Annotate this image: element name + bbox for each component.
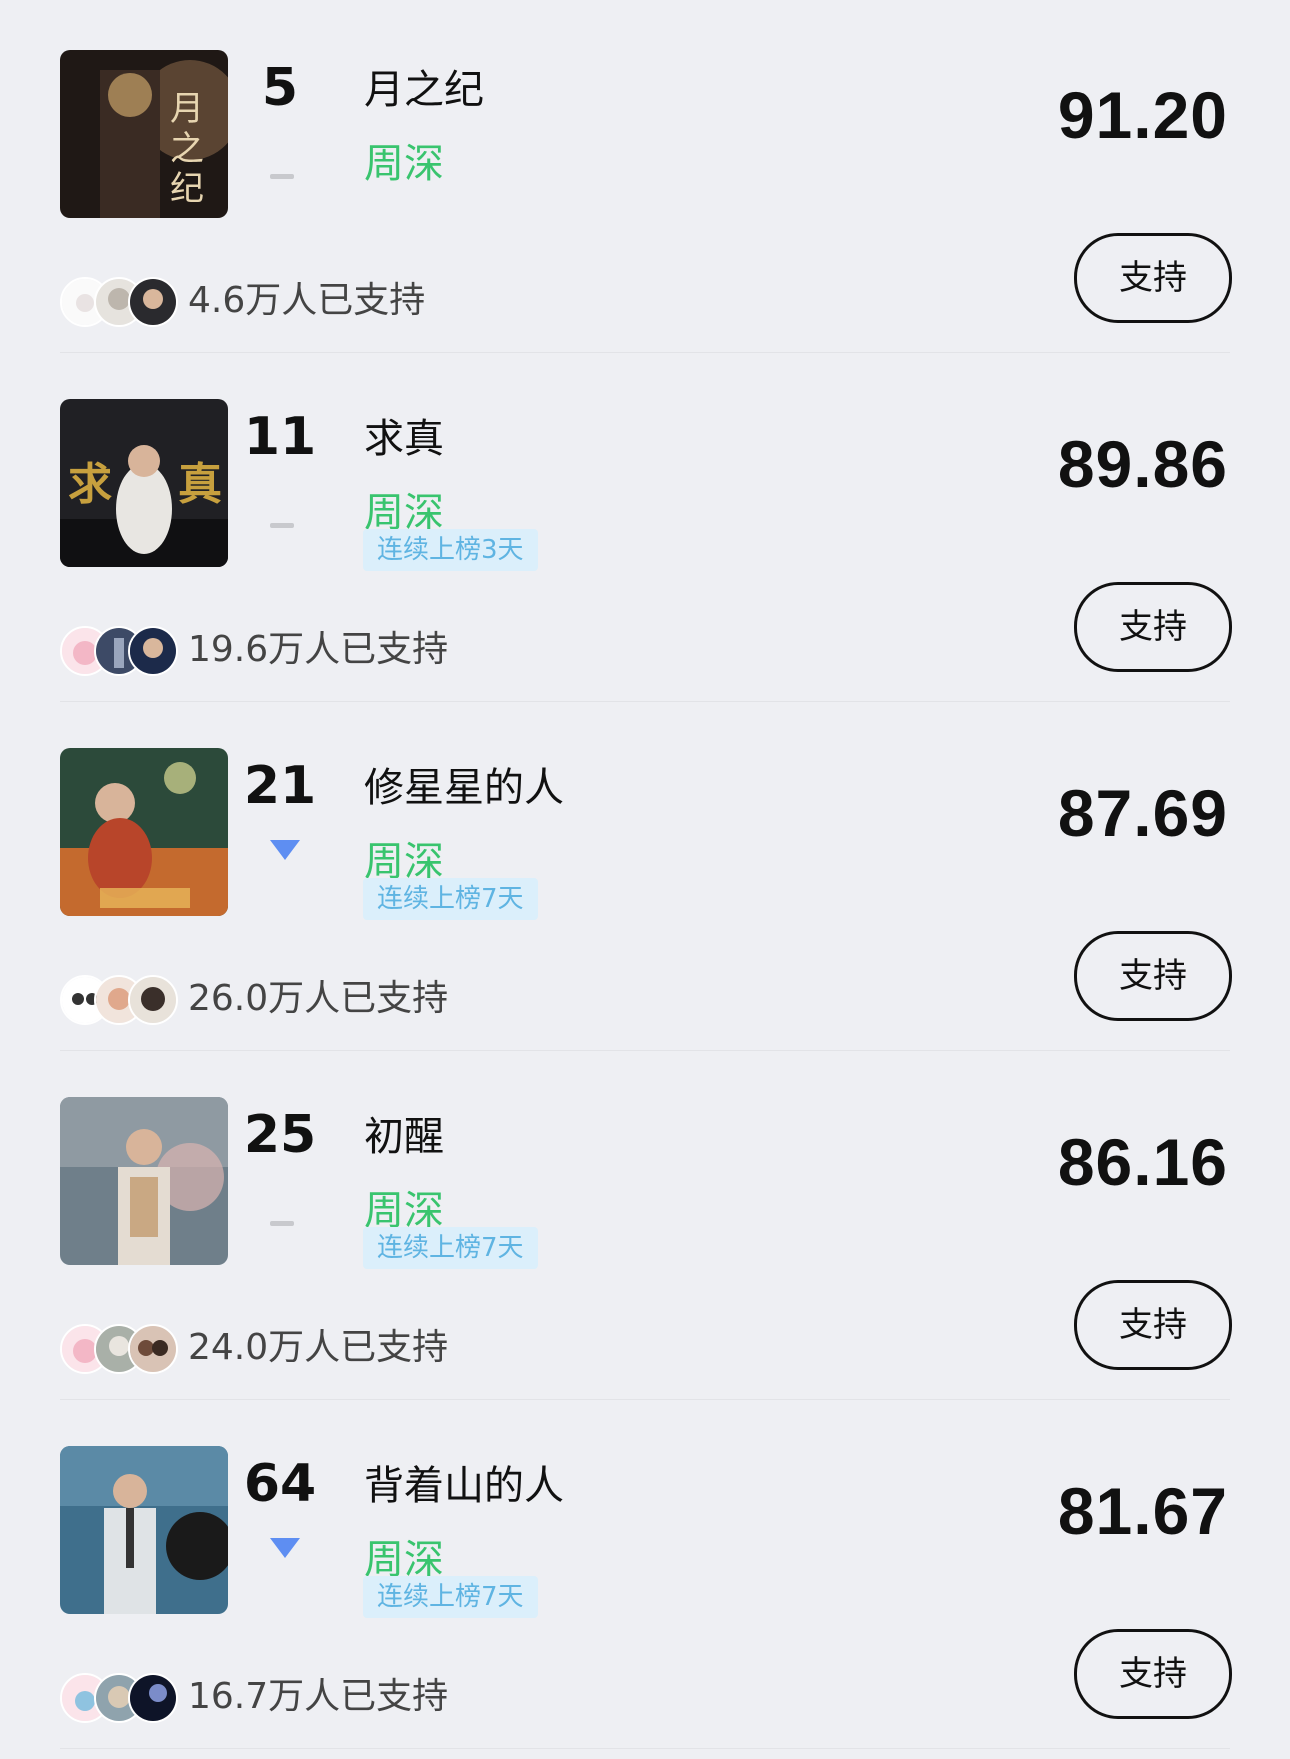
streak-badge: 连续上榜7天 [363,878,538,920]
supporter-avatars [60,1324,178,1374]
rank-number: 5 [261,58,299,118]
artist-name[interactable]: 周深 [364,144,444,184]
supporter-avatars [60,626,178,676]
album-cover[interactable] [60,1097,228,1265]
avatar [128,975,178,1025]
ranking-entry[interactable]: 21 修星星的人 周深 连续上榜7天 87.69 26.0万人已支持 支持 [0,698,1290,1051]
svg-text:纪: 纪 [170,169,204,209]
ranking-entry[interactable]: 求 真 11 求真 周深 连续上榜3天 89.86 19.6万人已支持 支持 [0,349,1290,702]
ranking-entry[interactable]: 25 初醒 周深 连续上榜7天 86.16 24.0万人已支持 支持 [0,1047,1290,1400]
album-cover[interactable]: 求 真 [60,399,228,567]
streak-badge: 连续上榜7天 [363,1227,538,1269]
rank-number: 64 [243,1454,317,1514]
supporter-count: 26.0万人已支持 [188,978,449,1019]
ranking-list: 月 之 纪 5 月之纪 周深 91.20 4.6万人已支持 支持 求 真 11 … [0,0,1290,1759]
rank-unchanged-icon [270,1175,294,1226]
rank-unchanged-icon [270,128,294,179]
supporter-avatars [60,975,178,1025]
ranking-entry[interactable]: 月 之 纪 5 月之纪 周深 91.20 4.6万人已支持 支持 [0,0,1290,353]
avatar [128,626,178,676]
supporter-count: 19.6万人已支持 [188,629,449,670]
score-value: 89.86 [1057,427,1228,501]
supporter-count: 16.7万人已支持 [188,1676,449,1717]
avatar [128,277,178,327]
rank-unchanged-icon [270,477,294,528]
support-button[interactable]: 支持 [1074,582,1232,672]
avatar [128,1673,178,1723]
rank-down-icon [270,826,300,860]
song-title[interactable]: 初醒 [364,1117,444,1157]
support-button[interactable]: 支持 [1074,1280,1232,1370]
rank-number: 21 [243,756,317,816]
support-button[interactable]: 支持 [1074,233,1232,323]
score-value: 87.69 [1057,776,1228,850]
album-cover[interactable] [60,748,228,916]
song-title[interactable]: 月之纪 [364,70,484,110]
rank-down-icon [270,1524,300,1558]
album-cover[interactable]: 月 之 纪 [60,50,228,218]
svg-text:求: 求 [68,459,112,510]
supporter-count: 24.0万人已支持 [188,1327,449,1368]
album-cover[interactable] [60,1446,228,1614]
score-value: 91.20 [1057,78,1228,152]
rank-number: 25 [243,1105,317,1165]
svg-text:之: 之 [170,129,204,169]
song-title[interactable]: 修星星的人 [364,768,564,808]
score-value: 86.16 [1057,1125,1228,1199]
supporter-avatars [60,1673,178,1723]
artist-name[interactable]: 周深 [364,1540,444,1580]
support-button[interactable]: 支持 [1074,1629,1232,1719]
supporter-avatars [60,277,178,327]
supporter-count: 4.6万人已支持 [188,280,426,321]
streak-badge: 连续上榜3天 [363,529,538,571]
song-title[interactable]: 求真 [364,419,444,459]
artist-name[interactable]: 周深 [364,493,444,533]
score-value: 81.67 [1057,1474,1228,1548]
song-title[interactable]: 背着山的人 [364,1466,564,1506]
svg-text:真: 真 [178,459,222,510]
ranking-entry[interactable]: 64 背着山的人 周深 连续上榜7天 81.67 16.7万人已支持 支持 [0,1396,1290,1749]
artist-name[interactable]: 周深 [364,842,444,882]
divider [60,1748,1230,1749]
support-button[interactable]: 支持 [1074,931,1232,1021]
streak-badge: 连续上榜7天 [363,1576,538,1618]
rank-number: 11 [243,407,317,467]
svg-text:月: 月 [170,89,204,129]
avatar [128,1324,178,1374]
artist-name[interactable]: 周深 [364,1191,444,1231]
